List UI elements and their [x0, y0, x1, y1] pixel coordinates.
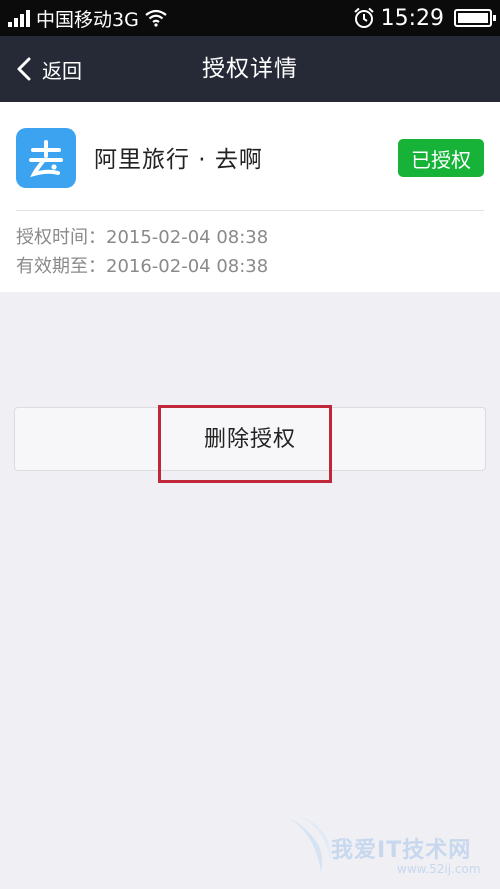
page-title: 授权详情 — [202, 56, 298, 82]
valid-until: 有效期至：2016-02-04 08:38 — [16, 256, 269, 277]
app-card: 阿里旅行 · 去啊 已授权 授权时间：2015-02-04 08:38 有效期至… — [0, 102, 500, 292]
battery-icon — [454, 9, 496, 27]
signal-icon — [8, 9, 30, 27]
carrier-label: 中国移动3G — [36, 8, 139, 31]
status-badge: 已授权 — [398, 139, 484, 177]
qua-logo-icon — [29, 140, 63, 178]
status-bar-right: 15:29 — [353, 0, 496, 36]
nav-bar: 返回 授权详情 — [0, 36, 500, 102]
app-name: 阿里旅行 · 去啊 — [94, 147, 263, 173]
alarm-icon — [353, 7, 374, 28]
divider — [16, 210, 484, 211]
status-bar: 中国移动3G 15:29 — [0, 0, 500, 36]
watermark-text: 我爱IT技术网 — [331, 838, 472, 863]
wifi-icon — [145, 9, 167, 27]
status-bar-left: 中国移动3G — [8, 0, 167, 36]
battery-fill — [458, 13, 488, 23]
annotation-highlight-box — [158, 405, 332, 483]
clock-time: 15:29 — [380, 5, 444, 31]
watermark: 我爱IT技术网 www.52ij.com — [285, 812, 495, 884]
watermark-url: www.52ij.com — [397, 862, 481, 876]
qua-app-icon — [16, 128, 76, 188]
auth-time: 授权时间：2015-02-04 08:38 — [16, 227, 269, 248]
